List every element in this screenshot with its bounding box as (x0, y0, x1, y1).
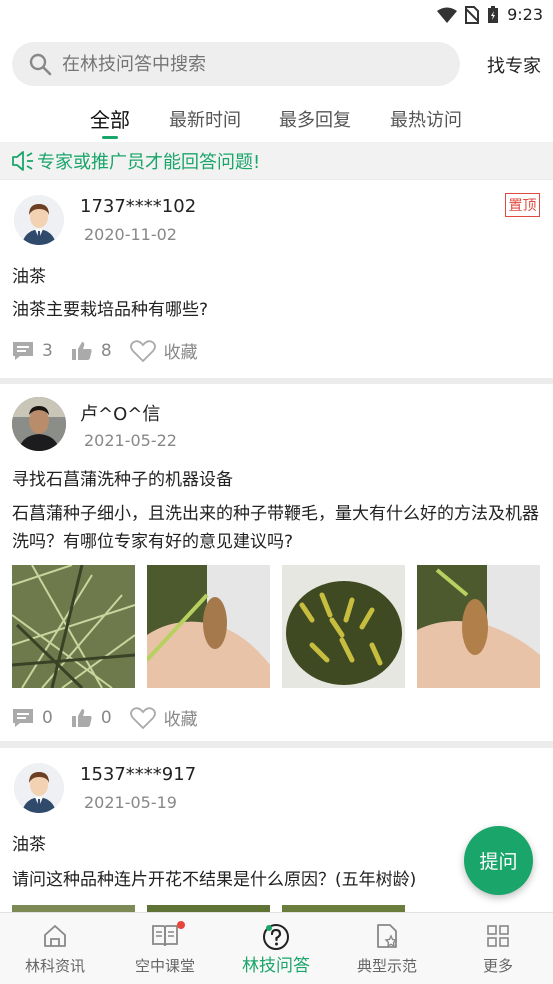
status-icons: 9:23 (437, 5, 543, 24)
post-date: 2020-11-02 (84, 225, 177, 244)
book-icon (152, 925, 178, 947)
bottom-nav: 林科资讯 空中课堂 林技问答 典型示范 更多 (0, 912, 553, 984)
avatar[interactable] (14, 763, 64, 813)
like-count: 8 (100, 340, 112, 361)
tab-indicator (102, 136, 118, 139)
nav-label: 林技问答 (242, 956, 310, 976)
notice-bar: 专家或推广员才能回答问题! (0, 142, 553, 179)
heart-icon (129, 706, 156, 729)
status-bar: 9:23 (0, 0, 553, 32)
tab-latest[interactable]: 最新时间 (169, 106, 241, 132)
nav-label: 更多 (482, 957, 513, 975)
like-count: 0 (100, 707, 112, 728)
document-star-icon (377, 924, 398, 948)
favorite-button[interactable]: 收藏 (129, 338, 198, 363)
search-icon (29, 53, 52, 76)
home-icon (44, 925, 66, 947)
post-title[interactable]: 油茶 (12, 830, 46, 855)
post-card[interactable]: 卢^O^信 2021-05-22 寻找石菖蒲洗种子的机器设备 石菖蒲种子细小，且… (0, 384, 553, 741)
post-image[interactable] (12, 565, 135, 688)
nav-item-more[interactable]: 更多 (443, 913, 553, 984)
user-avatar-icon (14, 195, 64, 245)
post-image[interactable] (417, 565, 540, 688)
nav-label: 空中课堂 (134, 957, 195, 975)
comment-button[interactable]: 3 (12, 341, 53, 361)
post-actions: 0 0 收藏 (12, 705, 216, 730)
nav-label: 林科资讯 (24, 957, 85, 975)
comment-count: 0 (42, 707, 53, 728)
favorite-button[interactable]: 收藏 (129, 705, 198, 730)
nav-label: 典型示范 (356, 957, 417, 975)
comment-icon (13, 708, 33, 727)
user-photo-avatar (12, 397, 66, 451)
avatar[interactable] (14, 195, 64, 245)
ask-question-button[interactable]: 提问 (464, 826, 533, 895)
like-button[interactable]: 8 (71, 341, 112, 361)
post-image[interactable] (147, 905, 270, 912)
heart-icon (129, 339, 156, 362)
search-row: 找专家 (0, 32, 553, 96)
search-box[interactable] (12, 42, 460, 86)
thumbs-up-icon (71, 341, 92, 360)
post-username: 1737****102 (80, 196, 197, 217)
avatar[interactable] (12, 397, 66, 451)
find-expert-link[interactable]: 找专家 (487, 52, 541, 78)
status-time: 9:23 (507, 5, 543, 24)
post-body[interactable]: 请问这种品种连片开花不结果是什么原因？(五年树龄) (12, 866, 542, 894)
thumbs-up-icon (71, 708, 92, 727)
post-actions: 3 8 收藏 (12, 338, 216, 363)
filter-tabs: 全部 最新时间 最多回复 最热访问 (0, 96, 553, 142)
post-username: 卢^O^信 (80, 404, 161, 425)
post-card[interactable]: 1537****917 2021-05-19 油茶 请问这种品种连片开花不结果是… (0, 748, 553, 912)
pinned-badge: 置顶 (505, 193, 540, 217)
post-image[interactable] (282, 565, 405, 688)
post-images (12, 905, 412, 912)
tab-most-visited[interactable]: 最热访问 (390, 106, 462, 132)
grid-icon (487, 925, 509, 947)
post-images (12, 565, 542, 688)
nav-item-news[interactable]: 林科资讯 (0, 913, 110, 984)
tab-most-replies[interactable]: 最多回复 (279, 106, 351, 132)
post-date: 2021-05-19 (84, 793, 177, 812)
no-sim-icon (465, 5, 480, 24)
post-body[interactable]: 石菖蒲种子细小，且洗出来的种子带鞭毛，量大有什么好的方法及机器洗吗？有哪位专家有… (12, 500, 542, 556)
speaker-icon (12, 150, 33, 171)
post-image[interactable] (147, 565, 270, 688)
favorite-label: 收藏 (163, 343, 198, 363)
post-image[interactable] (12, 905, 135, 912)
nav-item-qa[interactable]: 林技问答 (221, 913, 331, 984)
notification-badge (177, 921, 185, 929)
post-card[interactable]: 1737****102 2020-11-02 置顶 油茶 油茶主要栽培品种有哪些… (0, 180, 553, 378)
post-image[interactable] (282, 905, 405, 912)
question-icon (263, 924, 289, 950)
tab-all[interactable]: 全部 (90, 104, 130, 133)
post-title[interactable]: 寻找石菖蒲洗种子的机器设备 (12, 465, 233, 490)
comment-icon (13, 341, 33, 360)
favorite-label: 收藏 (163, 710, 198, 730)
notice-text: 专家或推广员才能回答问题! (37, 151, 261, 173)
search-input[interactable] (60, 52, 444, 76)
user-avatar-icon (14, 763, 64, 813)
wifi-icon (437, 7, 458, 23)
post-body[interactable]: 油茶主要栽培品种有哪些? (12, 296, 542, 324)
nav-item-demo[interactable]: 典型示范 (332, 913, 442, 984)
like-button[interactable]: 0 (71, 708, 112, 728)
battery-icon (488, 5, 499, 23)
comment-count: 3 (42, 340, 53, 361)
comment-button[interactable]: 0 (12, 708, 53, 728)
post-username: 1537****917 (80, 764, 197, 785)
post-date: 2021-05-22 (84, 431, 177, 450)
post-title[interactable]: 油茶 (12, 262, 46, 287)
nav-item-classroom[interactable]: 空中课堂 (110, 913, 220, 984)
